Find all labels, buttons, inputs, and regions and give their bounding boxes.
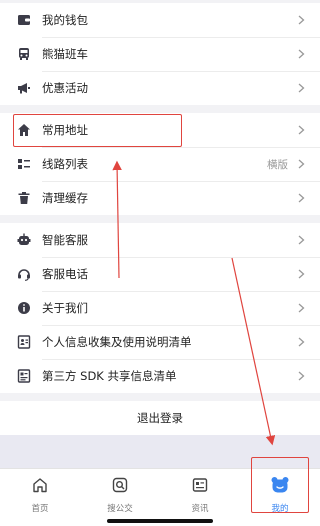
menu-item-label: 熊猫班车 [42,47,88,61]
tab-label: 首页 [31,504,49,514]
home-tab-icon [31,476,49,498]
menu-item-personal-info-list[interactable]: 个人信息收集及使用说明清单 [0,325,320,359]
menu-item-route-list[interactable]: 线路列表 横版 [0,147,320,181]
menu-group-account: 我的钱包 熊猫班车 优惠活动 [0,3,320,105]
menu-item-third-party-sdk[interactable]: 第三方 SDK 共享信息清单 [0,359,320,393]
menu-item-clear-cache[interactable]: 清理缓存 [0,181,320,215]
chevron-right-icon [296,83,306,93]
headset-icon [16,266,32,282]
info-icon [16,300,32,316]
chevron-right-icon [296,125,306,135]
chevron-right-icon [296,337,306,347]
wallet-icon [16,12,32,28]
menu-item-label: 客服电话 [42,267,88,281]
menu-item-about-us[interactable]: 关于我们 [0,291,320,325]
menu-item-smart-service[interactable]: 智能客服 [0,223,320,257]
list-icon [16,156,32,172]
home-indicator [107,519,213,523]
search-bus-icon [111,476,129,498]
tab-home[interactable]: 首页 [0,469,80,526]
sdk-list-icon [16,368,32,384]
menu-item-service-phone[interactable]: 客服电话 [0,257,320,291]
menu-item-panda-bus[interactable]: 熊猫班车 [0,37,320,71]
menu-group-support: 智能客服 客服电话 关于我们 个人信息收集及使用说明清单 第三方 SDK 共享信… [0,223,320,393]
route-list-mode-value: 横版 [267,158,288,171]
tab-label: 资讯 [191,504,209,514]
menu-item-label: 我的钱包 [42,13,88,27]
chevron-right-icon [296,193,306,203]
trash-icon [16,190,32,206]
tab-search-bus[interactable]: 搜公交 [80,469,160,526]
id-card-icon [16,334,32,350]
chevron-right-icon [296,235,306,245]
megaphone-icon [16,80,32,96]
chevron-right-icon [296,159,306,169]
tab-news[interactable]: 资讯 [160,469,240,526]
news-icon [191,476,209,498]
chevron-right-icon [296,371,306,381]
menu-item-label: 清理缓存 [42,191,88,205]
highlight-box-mine-tab [251,457,309,513]
tab-label: 搜公交 [107,504,133,514]
logout-button[interactable]: 退出登录 [0,401,320,435]
menu-item-wallet[interactable]: 我的钱包 [0,3,320,37]
menu-item-label: 线路列表 [42,157,88,171]
menu-item-promotions[interactable]: 优惠活动 [0,71,320,105]
bus-icon [16,46,32,62]
chevron-right-icon [296,269,306,279]
chevron-right-icon [296,15,306,25]
menu-item-label: 个人信息收集及使用说明清单 [42,335,192,349]
menu-item-label: 第三方 SDK 共享信息清单 [42,369,177,383]
highlight-box-common-address [13,114,182,147]
menu-item-label: 关于我们 [42,301,88,315]
menu-item-label: 智能客服 [42,233,88,247]
robot-icon [16,232,32,248]
chevron-right-icon [296,49,306,59]
menu-item-label: 优惠活动 [42,81,88,95]
chevron-right-icon [296,303,306,313]
